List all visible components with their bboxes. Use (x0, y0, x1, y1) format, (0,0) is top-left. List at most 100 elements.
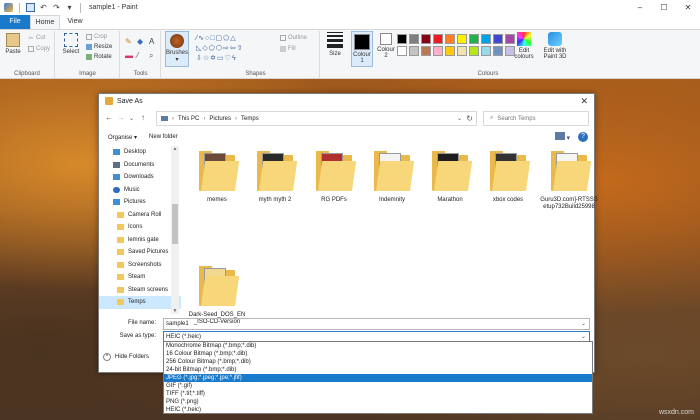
edit-with-paint3d-button[interactable]: Edit with Paint 3D (540, 32, 570, 60)
colour1-button[interactable]: Colour 1 (351, 31, 373, 67)
address-dropdown-icon[interactable]: ⌄ (457, 115, 462, 122)
hide-folders-button[interactable]: ^ Hide Folders (103, 353, 149, 361)
refresh-icon[interactable]: ↻ (466, 114, 473, 123)
brushes-button[interactable]: Brushes ▾ (165, 31, 189, 67)
nav-item-steam-screens[interactable]: Steam screens (99, 284, 181, 297)
nav-item-pictures[interactable]: Pictures (99, 196, 181, 209)
maximize-button[interactable]: ☐ (652, 0, 676, 15)
outline-button[interactable]: Outline (280, 35, 307, 41)
file-type-option[interactable]: 16 Colour Bitmap (*.bmp;*.dib) (164, 350, 592, 358)
address-bar[interactable]: › This PC › Pictures › Temps ⌄ ↻ (156, 111, 477, 126)
folder-item[interactable]: memes (187, 151, 247, 204)
crop-button[interactable]: Crop (86, 34, 107, 40)
resize-button[interactable]: Resize (86, 44, 112, 50)
palette-swatch[interactable] (445, 46, 455, 56)
tab-view[interactable]: View (60, 15, 90, 29)
pencil-icon[interactable]: ✎ (125, 37, 132, 46)
minimize-button[interactable]: – (628, 0, 652, 15)
file-name-input[interactable]: sample1 ⌄ (163, 318, 590, 330)
fill-button[interactable]: Fill (280, 46, 296, 52)
pentagon-shape-icon[interactable]: ⬠ (209, 45, 216, 52)
nav-item-documents[interactable]: Documents (99, 159, 181, 172)
nav-item-downloads[interactable]: Downloads (99, 171, 181, 184)
nav-item-camera-roll[interactable]: Camera Roll (99, 209, 181, 222)
nav-item-steam[interactable]: Steam (99, 271, 181, 284)
tab-home[interactable]: Home (30, 15, 60, 29)
nav-item-saved-pictures[interactable]: Saved Pictures (99, 246, 181, 259)
view-options-button[interactable]: ▾ (554, 132, 570, 142)
scroll-up-icon[interactable]: ▲ (171, 146, 179, 152)
chevron-down-icon[interactable]: ⌄ (581, 333, 586, 340)
breadcrumb-pictures[interactable]: Pictures (209, 116, 231, 122)
recent-chevron-icon[interactable]: ⌄ (129, 115, 134, 122)
file-type-option[interactable]: 24-bit Bitmap (*.bmp;*.dib) (164, 366, 592, 374)
arrow-left-shape-icon[interactable]: ⇦ (230, 45, 237, 52)
palette-swatch[interactable] (469, 34, 479, 44)
breadcrumb-this-pc[interactable]: This PC (178, 116, 199, 122)
copy-button[interactable]: Copy (28, 46, 50, 52)
new-folder-button[interactable]: New folder (149, 134, 178, 140)
file-type-option[interactable]: PNG (*.png) (164, 398, 592, 406)
palette-swatch[interactable] (481, 34, 491, 44)
size-button[interactable]: Size (324, 32, 346, 57)
palette-swatch[interactable] (409, 46, 419, 56)
fill-bucket-icon[interactable]: ◆ (137, 37, 143, 46)
back-arrow-icon[interactable]: ← (105, 113, 113, 122)
file-type-option[interactable]: 256 Colour Bitmap (*.bmp;*.dib) (164, 358, 592, 366)
colour2-button[interactable]: Colour 2 (375, 33, 397, 59)
breadcrumb-temps[interactable]: Temps (241, 116, 259, 122)
folder-item[interactable]: xbox codes (478, 151, 538, 204)
star-six-shape-icon[interactable]: ✡ (210, 55, 217, 62)
triangle-shape-icon[interactable]: △ (230, 35, 236, 42)
callout-shape-icon[interactable]: ▭ (217, 55, 225, 62)
redo-icon[interactable]: ↷ (52, 3, 61, 12)
eraser-icon[interactable]: ▬ (125, 51, 133, 60)
palette-swatch[interactable] (493, 46, 503, 56)
shapes-gallery[interactable]: ⁄∿○□▢⬠△ ◺◇⬠⬡⇨⇦⇧ ⇩☆✡▭♡ϟ (196, 34, 276, 64)
select-button[interactable]: Select (60, 33, 82, 55)
help-icon[interactable]: ? (578, 132, 588, 142)
cut-button[interactable]: ✂ Cut (28, 35, 45, 42)
dialog-close-icon[interactable]: ✕ (580, 96, 588, 107)
palette-swatch[interactable] (397, 34, 407, 44)
nav-scrollbar[interactable]: ▲ ▼ (171, 146, 179, 314)
folder-item[interactable]: myth myth 2 (245, 151, 305, 204)
text-tool-icon[interactable]: A (149, 37, 154, 46)
palette-swatch[interactable] (481, 46, 491, 56)
nav-item-desktop[interactable]: Desktop (99, 146, 181, 159)
file-type-option[interactable]: TIFF (*.tif;*.tiff) (164, 390, 592, 398)
palette-swatch[interactable] (457, 46, 467, 56)
nav-item-screenshots[interactable]: Screenshots (99, 259, 181, 272)
hexagon-shape-icon[interactable]: ⬡ (216, 45, 223, 52)
organise-button[interactable]: Organise ▾ (108, 134, 137, 141)
arrow-right-shape-icon[interactable]: ⇨ (223, 45, 230, 52)
scroll-thumb[interactable] (172, 204, 178, 244)
nav-item-icons[interactable]: Icons (99, 221, 181, 234)
magnifier-icon[interactable]: ⌕ (149, 51, 153, 61)
nav-item-music[interactable]: Music (99, 184, 181, 197)
paste-button[interactable]: Paste (3, 33, 23, 55)
folder-item[interactable]: Dark-Seed_DOS_EN_ISO-CD-Version (187, 266, 247, 326)
up-arrow-icon[interactable]: ↑ (141, 113, 145, 122)
folder-item[interactable]: RG PDFs (304, 151, 364, 204)
palette-swatch[interactable] (493, 34, 503, 44)
palette-swatch[interactable] (445, 34, 455, 44)
nav-item-temps[interactable]: Temps (99, 296, 181, 309)
customize-chevron-icon[interactable]: ▾ (65, 3, 74, 12)
heart-shape-icon[interactable]: ♡ (225, 55, 232, 62)
file-type-option[interactable]: JPEG (*.jpg;*.jpeg;*.jpe;*.jfif) (164, 374, 592, 382)
folder-item[interactable]: Marathon (420, 151, 480, 204)
palette-swatch[interactable] (469, 46, 479, 56)
nav-item-lemnis-gate[interactable]: lemnis gate (99, 234, 181, 247)
file-type-option[interactable]: GIF (*.gif) (164, 382, 592, 390)
palette-swatch[interactable] (421, 34, 431, 44)
palette-swatch[interactable] (397, 46, 407, 56)
chevron-down-icon[interactable]: ⌄ (581, 320, 586, 327)
lightning-shape-icon[interactable]: ϟ (232, 55, 237, 62)
file-type-option[interactable]: Monochrome Bitmap (*.bmp;*.dib) (164, 342, 592, 350)
rounded-rectangle-shape-icon[interactable]: ▢ (216, 35, 224, 42)
edit-colours-button[interactable]: Edit colours (511, 32, 537, 60)
save-icon[interactable] (26, 3, 35, 12)
close-button[interactable]: ✕ (676, 0, 700, 15)
palette-swatch[interactable] (433, 34, 443, 44)
